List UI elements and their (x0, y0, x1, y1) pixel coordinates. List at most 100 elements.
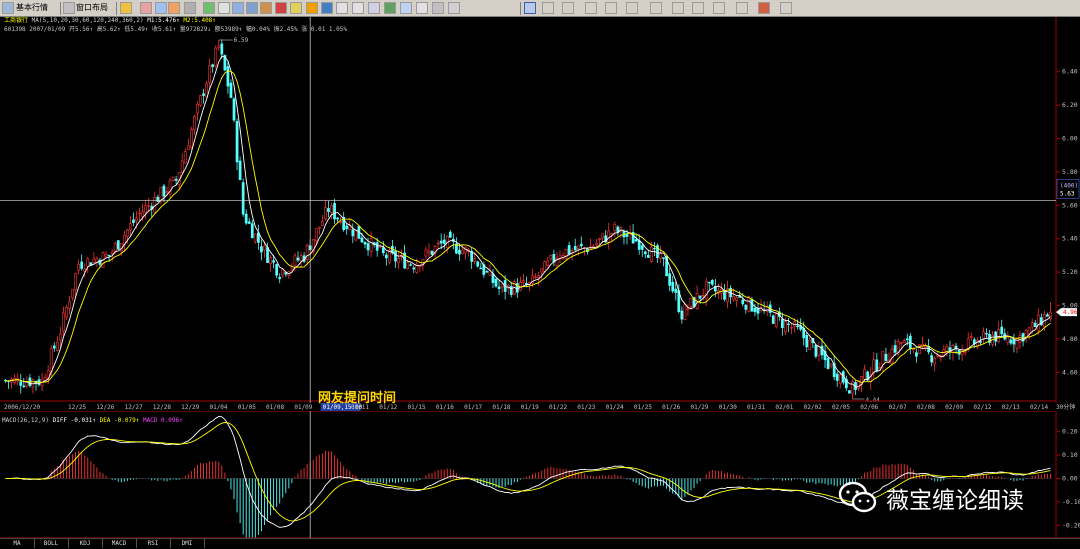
candle-body (141, 211, 144, 217)
tab-ma[interactable]: MA (0, 539, 35, 548)
candle-body (494, 278, 498, 287)
candle-body (327, 208, 330, 212)
toolbar-separator (520, 2, 521, 15)
candle-body (814, 344, 818, 357)
candle-body (299, 255, 303, 261)
chart-background (0, 17, 1080, 548)
date-tick-label: 01/05 (238, 404, 256, 411)
draw-save-icon[interactable] (780, 2, 792, 14)
draw-arrow-icon[interactable] (650, 2, 662, 14)
date-tick-label: 12/27 (125, 404, 143, 411)
candle-body (384, 254, 388, 259)
doc-icon[interactable] (416, 2, 428, 14)
folder-icon[interactable] (120, 2, 132, 14)
line-icon[interactable] (232, 2, 244, 14)
grid-icon[interactable] (203, 2, 215, 14)
date-tick-label: 2006/12/20 (4, 404, 41, 411)
candle-body (613, 224, 617, 232)
candle-body (58, 333, 62, 341)
settings-icon[interactable] (321, 2, 333, 14)
price-tick-label: 4.80 (1062, 335, 1078, 343)
candle-body (674, 288, 678, 293)
print-icon[interactable] (260, 2, 272, 14)
candle-body (427, 250, 431, 254)
layout-icon[interactable] (63, 2, 75, 14)
quote-icon[interactable] (2, 2, 14, 14)
candle-body (640, 245, 644, 250)
candle-body (430, 250, 434, 255)
date-tick-label: 01/08 (266, 404, 284, 411)
draw-text-icon[interactable] (713, 2, 725, 14)
candle-body (537, 275, 541, 278)
candle-body (229, 82, 233, 98)
candle-body (701, 295, 705, 297)
draw-hline-icon[interactable] (562, 2, 574, 14)
candle-body (324, 207, 327, 220)
candle-body (787, 323, 790, 326)
basic-quote-menu[interactable]: 基本行情 (16, 2, 48, 14)
candle-body (171, 176, 175, 181)
draw-fib-icon[interactable] (605, 2, 617, 14)
table-icon[interactable] (336, 2, 348, 14)
zoom-in-icon[interactable] (140, 2, 152, 14)
date-tick-label: 12/26 (96, 404, 114, 411)
candle-body (564, 248, 568, 259)
calc-icon[interactable] (432, 2, 444, 14)
tab-rsi[interactable]: RSI (136, 539, 171, 548)
candle-body (1000, 326, 1004, 335)
indicator-icon[interactable] (168, 2, 180, 14)
star-icon[interactable] (290, 2, 302, 14)
date-tick-label: 01/12 (379, 404, 397, 411)
price-tick-label: 4.60 (1062, 368, 1078, 376)
candle-body (710, 279, 714, 285)
window-icon[interactable] (400, 2, 412, 14)
candle-body (598, 238, 601, 240)
date-tick-label: 30分钟 (1056, 403, 1075, 411)
draw-rect-icon[interactable] (672, 2, 684, 14)
candle-body (68, 301, 71, 309)
date-tick-label: 12/25 (68, 404, 86, 411)
draw-line-icon[interactable] (542, 2, 554, 14)
tools-icon[interactable] (448, 2, 460, 14)
window-layout-menu[interactable]: 窗口布局 (76, 2, 108, 14)
report-icon[interactable] (368, 2, 380, 14)
tab-boll[interactable]: BOLL (34, 539, 69, 548)
expand-icon[interactable] (218, 2, 230, 14)
candle-body (805, 335, 809, 348)
crosshair-icon[interactable] (155, 2, 167, 14)
list-icon[interactable] (352, 2, 364, 14)
chart-icon[interactable] (384, 2, 396, 14)
candle-body (750, 299, 754, 312)
candle-body (610, 233, 614, 235)
tab-macd[interactable]: MACD (102, 539, 137, 548)
warning-icon[interactable] (306, 2, 318, 14)
candle-body (107, 254, 111, 257)
draw-copy-icon[interactable] (736, 2, 748, 14)
price-tick-label: 5.60 (1062, 201, 1078, 209)
alert-icon[interactable] (275, 2, 287, 14)
draw-color-icon[interactable] (758, 2, 770, 14)
candle-body (436, 242, 440, 245)
date-tick-label: 01/31 (747, 404, 765, 411)
candle-body (253, 233, 257, 242)
macd-tick-label: -0.10 (1062, 498, 1080, 506)
candle-body (55, 342, 59, 351)
refresh-icon[interactable] (246, 2, 258, 14)
cursor-icon[interactable] (184, 2, 196, 14)
candle-body (982, 331, 985, 340)
date-tick-label: 02/13 (1002, 404, 1020, 411)
candle-body (744, 304, 748, 310)
tab-kdj[interactable]: KDJ (68, 539, 103, 548)
candle-body (646, 254, 650, 258)
draw-ellipse-icon[interactable] (692, 2, 704, 14)
draw-vlines-icon[interactable] (585, 2, 597, 14)
date-tick-label: 12/28 (153, 404, 171, 411)
candle-body (1030, 322, 1034, 328)
tab-dmi[interactable]: DMI (170, 539, 205, 548)
draw-select-icon[interactable] (524, 2, 536, 14)
date-tick-label: 02/07 (889, 404, 907, 411)
date-tick-label: 02/14 (1030, 404, 1048, 411)
kline-chart[interactable]: 6.594.44 6.406.206.005.805.605.405.205.0… (0, 17, 1080, 548)
candle-body (829, 363, 833, 367)
draw-channel-icon[interactable] (626, 2, 638, 14)
